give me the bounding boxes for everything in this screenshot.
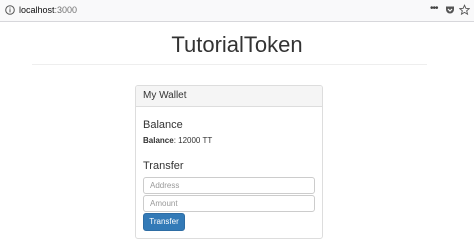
transfer-button[interactable]: Transfer bbox=[143, 213, 185, 231]
header-divider bbox=[32, 64, 427, 65]
info-icon[interactable] bbox=[5, 5, 15, 15]
wallet-panel: My Wallet Balance Balance: 12000 TT Tran… bbox=[135, 85, 323, 239]
page-title: TutorialToken bbox=[171, 32, 303, 57]
balance-line: Balance: 12000 TT bbox=[143, 136, 212, 146]
balance-label: Balance bbox=[143, 136, 174, 145]
balance-heading: Balance bbox=[143, 119, 183, 131]
address-input[interactable] bbox=[143, 177, 315, 194]
url-port: :3000 bbox=[54, 5, 78, 15]
balance-value: : 12000 TT bbox=[173, 136, 213, 145]
url-host: localhost bbox=[19, 5, 55, 15]
transfer-heading: Transfer bbox=[143, 160, 184, 172]
browser-url-bar[interactable]: localhost:3000 ••• bbox=[0, 0, 474, 22]
url-text[interactable]: localhost:3000 bbox=[19, 5, 77, 16]
pocket-icon[interactable] bbox=[445, 4, 455, 16]
bookmark-star-icon[interactable] bbox=[459, 4, 470, 16]
wallet-panel-heading: My Wallet bbox=[136, 86, 322, 107]
amount-input[interactable] bbox=[143, 195, 315, 212]
more-options-icon[interactable]: ••• bbox=[430, 4, 442, 16]
